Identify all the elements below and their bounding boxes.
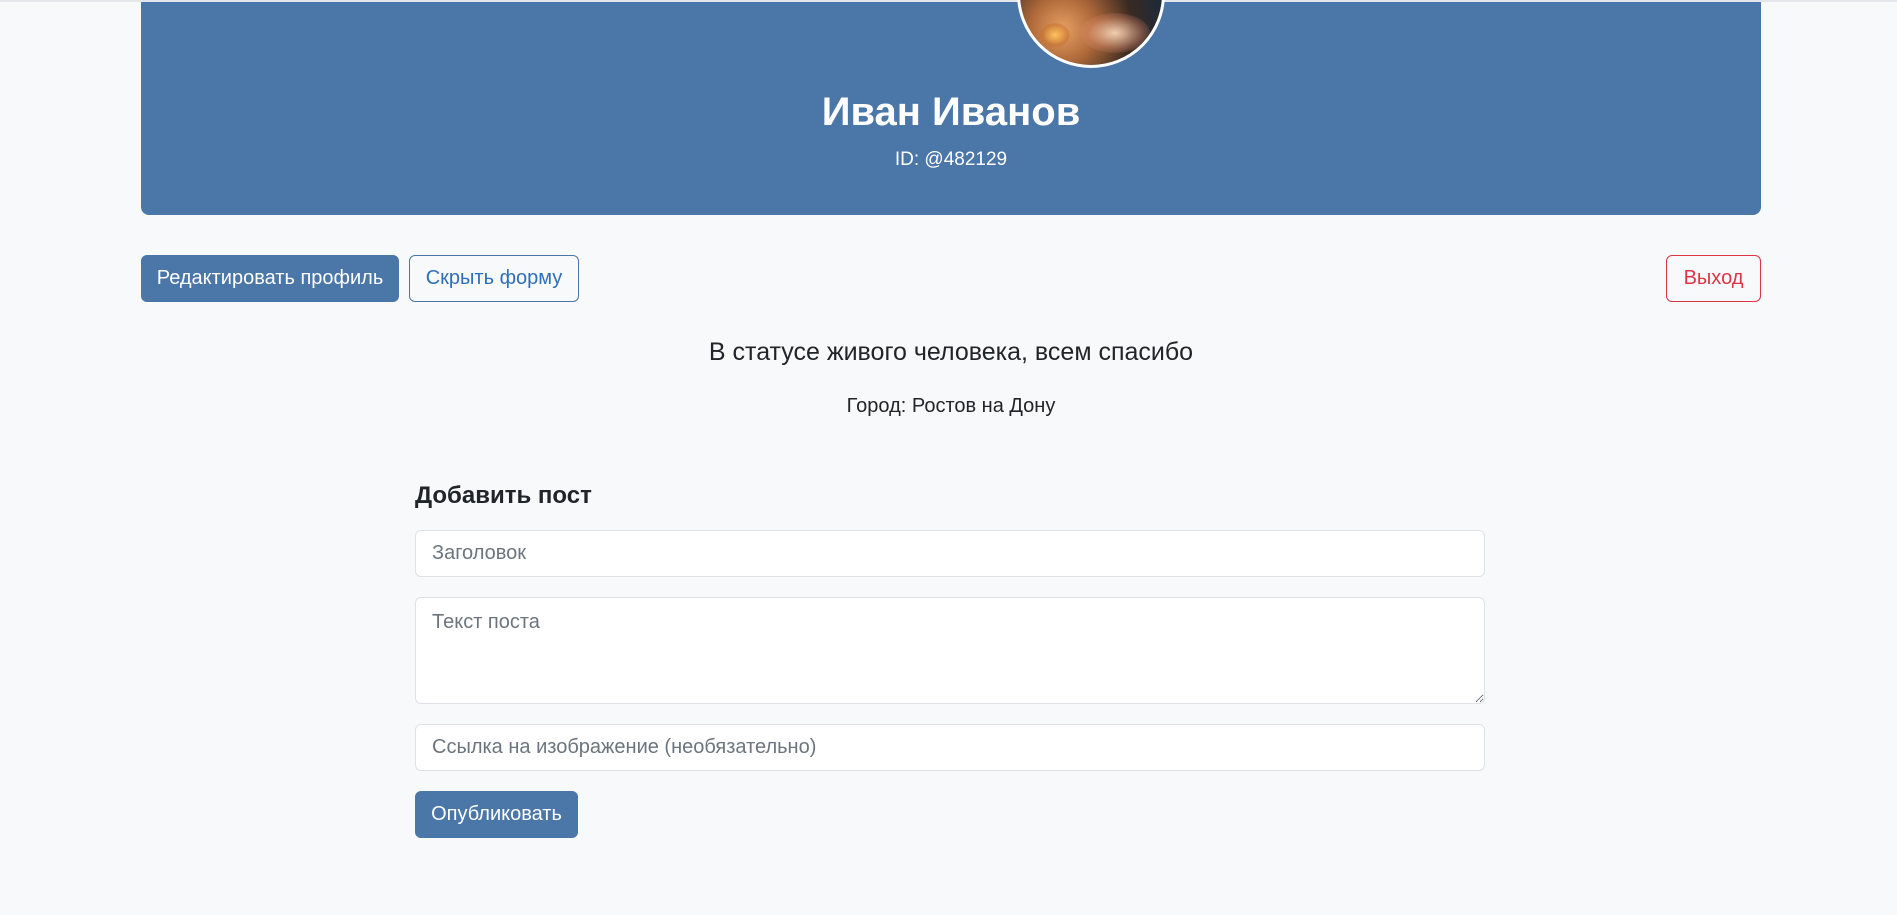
avatar[interactable] [1017,0,1165,68]
post-image-url-input[interactable] [415,724,1485,771]
add-post-title: Добавить пост [415,482,592,509]
avatar-photo-highlight [1080,13,1150,53]
profile-city: Город: Ростов на Дону [141,393,1761,419]
profile-name: Иван Иванов [821,90,1081,134]
post-text-area[interactable] [415,597,1485,704]
logout-button[interactable]: Выход [1666,255,1761,302]
profile-page: Иван Иванов ID: @482129 Редактировать пр… [0,0,1897,915]
publish-button[interactable]: Опубликовать [415,791,578,838]
city-label: Город: [846,395,907,417]
edit-profile-button[interactable]: Редактировать профиль [141,255,399,302]
profile-id: ID: @482129 [894,149,1008,170]
post-title-input[interactable] [415,530,1485,577]
city-value: Ростов на Дону [911,395,1056,417]
profile-status: В статусе живого человека, всем спасибо [708,338,1194,366]
hide-form-button[interactable]: Скрыть форму [409,255,579,302]
avatar-photo-light [1040,23,1070,47]
